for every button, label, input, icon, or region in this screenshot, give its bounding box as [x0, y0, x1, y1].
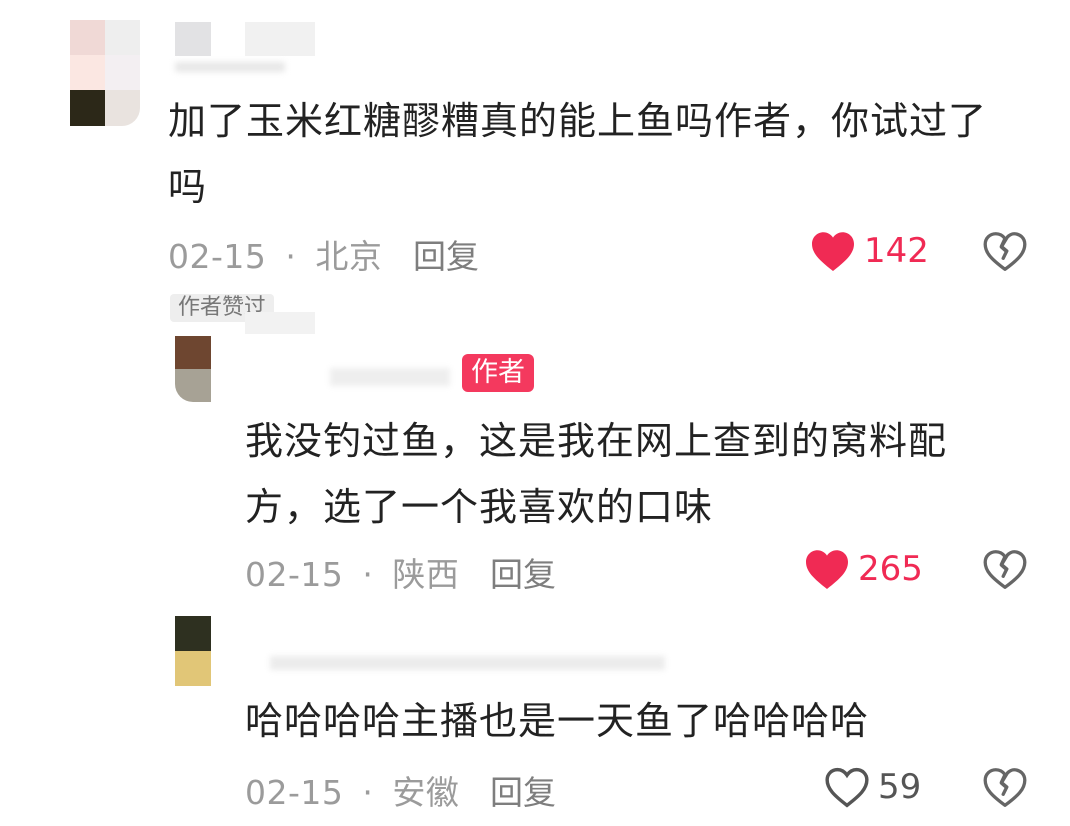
dislike-button[interactable]	[983, 766, 1027, 812]
comment-location: 北京	[315, 237, 383, 276]
meta-separator: ·	[362, 773, 374, 812]
comment-text-line-2: 方，选了一个我喜欢的口味	[245, 485, 714, 529]
author-badge: 作者	[462, 354, 534, 392]
comment-meta: 02-15 · 北京	[168, 230, 382, 278]
meta-separator: ·	[285, 237, 297, 276]
comment-date: 02-15	[168, 237, 267, 276]
comment-location: 安徽	[392, 773, 460, 812]
heart-filled-icon	[812, 232, 854, 272]
comment-date: 02-15	[245, 555, 344, 594]
username-obscured-strip	[245, 312, 315, 334]
avatar[interactable]	[70, 20, 140, 126]
comment-text-line-1: 加了玉米红糖醪糟真的能上鱼吗作者，你试过了	[168, 99, 988, 143]
comment-text: 加了玉米红糖醪糟真的能上鱼吗作者，你试过了 吗	[168, 88, 1048, 220]
heart-filled-icon	[806, 550, 848, 590]
dislike-button[interactable]	[983, 548, 1027, 594]
broken-heart-icon	[983, 768, 1027, 807]
comment-text-line-1: 我没钓过鱼，这是我在网上查到的窝料配	[245, 419, 948, 463]
reply-button[interactable]: 回复	[490, 548, 556, 596]
comment-date: 02-15	[245, 773, 344, 812]
comment-text: 哈哈哈哈主播也是一天鱼了哈哈哈哈	[245, 699, 870, 743]
comment-meta: 02-15 · 陕西	[245, 548, 459, 596]
username-obscured[interactable]	[175, 22, 315, 72]
broken-heart-icon	[983, 232, 1027, 271]
avatar[interactable]	[175, 336, 211, 402]
like-count: 59	[878, 767, 922, 807]
like-count: 265	[858, 549, 923, 589]
dislike-button[interactable]	[983, 230, 1027, 276]
comment-location: 陕西	[392, 555, 460, 594]
reply-button[interactable]: 回复	[413, 230, 479, 278]
comment-meta: 02-15 · 安徽	[245, 766, 459, 814]
username-obscured[interactable]	[330, 368, 450, 386]
like-button[interactable]: 265	[804, 546, 923, 592]
meta-separator: ·	[362, 555, 374, 594]
username-obscured[interactable]	[270, 656, 665, 670]
reply-button[interactable]: 回复	[490, 766, 556, 814]
comment-text: 我没钓过鱼，这是我在网上查到的窝料配 方，选了一个我喜欢的口味	[245, 408, 1045, 540]
avatar[interactable]	[175, 616, 211, 686]
broken-heart-icon	[983, 550, 1027, 589]
like-button[interactable]: 142	[810, 228, 929, 274]
heart-outline-icon	[825, 767, 869, 808]
like-button[interactable]: 59	[824, 764, 921, 810]
comment-text-line-2: 吗	[168, 165, 208, 209]
like-count: 142	[864, 231, 929, 271]
